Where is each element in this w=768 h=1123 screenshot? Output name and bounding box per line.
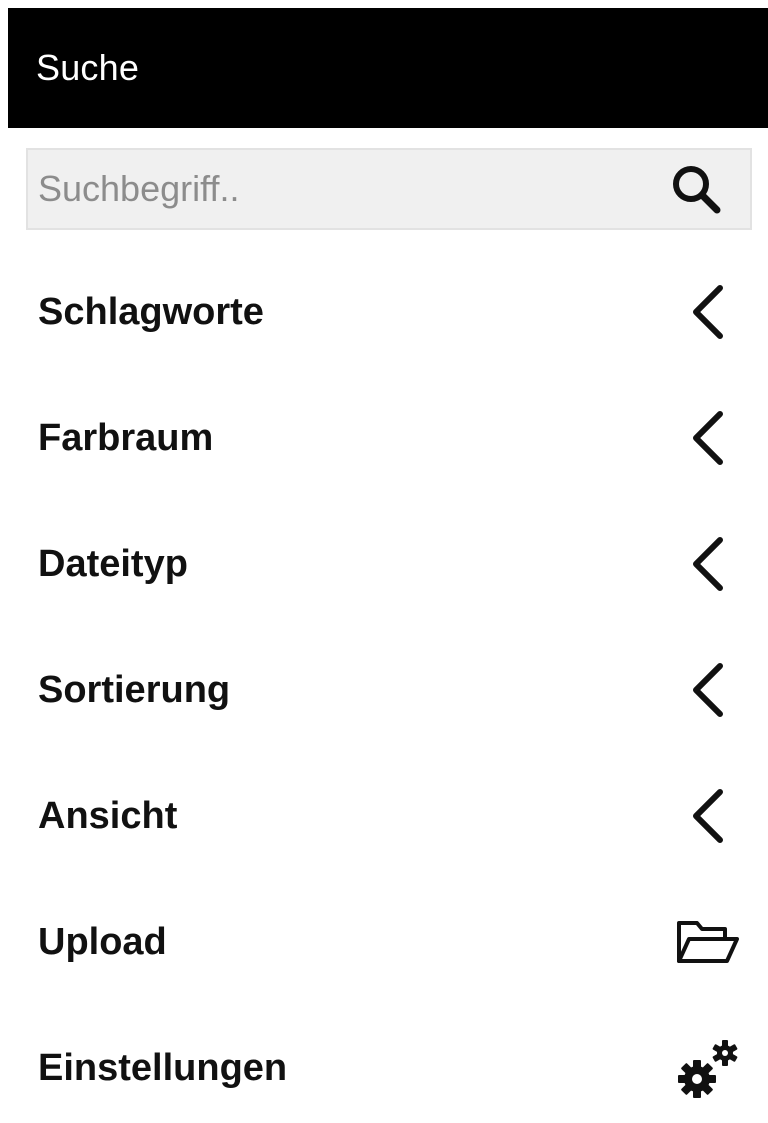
- menu-item-ansicht[interactable]: Ansicht: [0, 761, 768, 871]
- menu-item-label: Einstellungen: [38, 1046, 288, 1089]
- search-input[interactable]: [28, 149, 660, 229]
- gears-icon: [668, 1028, 748, 1108]
- menu-item-einstellungen[interactable]: Einstellungen: [0, 1013, 768, 1123]
- sidebar-header: Suche: [8, 8, 768, 128]
- folder-open-icon: [668, 902, 748, 982]
- menu-item-label: Sortierung: [38, 668, 231, 711]
- chevron-left-icon: [668, 776, 748, 856]
- search-icon: [673, 166, 721, 214]
- search-box: [26, 148, 752, 230]
- menu-item-sortierung[interactable]: Sortierung: [0, 635, 768, 745]
- header-title: Suche: [36, 47, 140, 88]
- menu-item-label: Schlagworte: [38, 290, 264, 333]
- menu-item-dateityp[interactable]: Dateityp: [0, 509, 768, 619]
- menu-item-farbraum[interactable]: Farbraum: [0, 383, 768, 493]
- chevron-left-icon: [668, 524, 748, 604]
- menu-item-label: Upload: [38, 920, 167, 963]
- menu-item-label: Ansicht: [38, 794, 178, 837]
- menu-item-schlagworte[interactable]: Schlagworte: [0, 257, 768, 367]
- search-button[interactable]: [660, 150, 732, 228]
- chevron-left-icon: [668, 272, 748, 352]
- menu-item-label: Dateityp: [38, 542, 188, 585]
- chevron-left-icon: [668, 650, 748, 730]
- menu-item-upload[interactable]: Upload: [0, 887, 768, 997]
- chevron-left-icon: [668, 398, 748, 478]
- menu-item-label: Farbraum: [38, 416, 214, 459]
